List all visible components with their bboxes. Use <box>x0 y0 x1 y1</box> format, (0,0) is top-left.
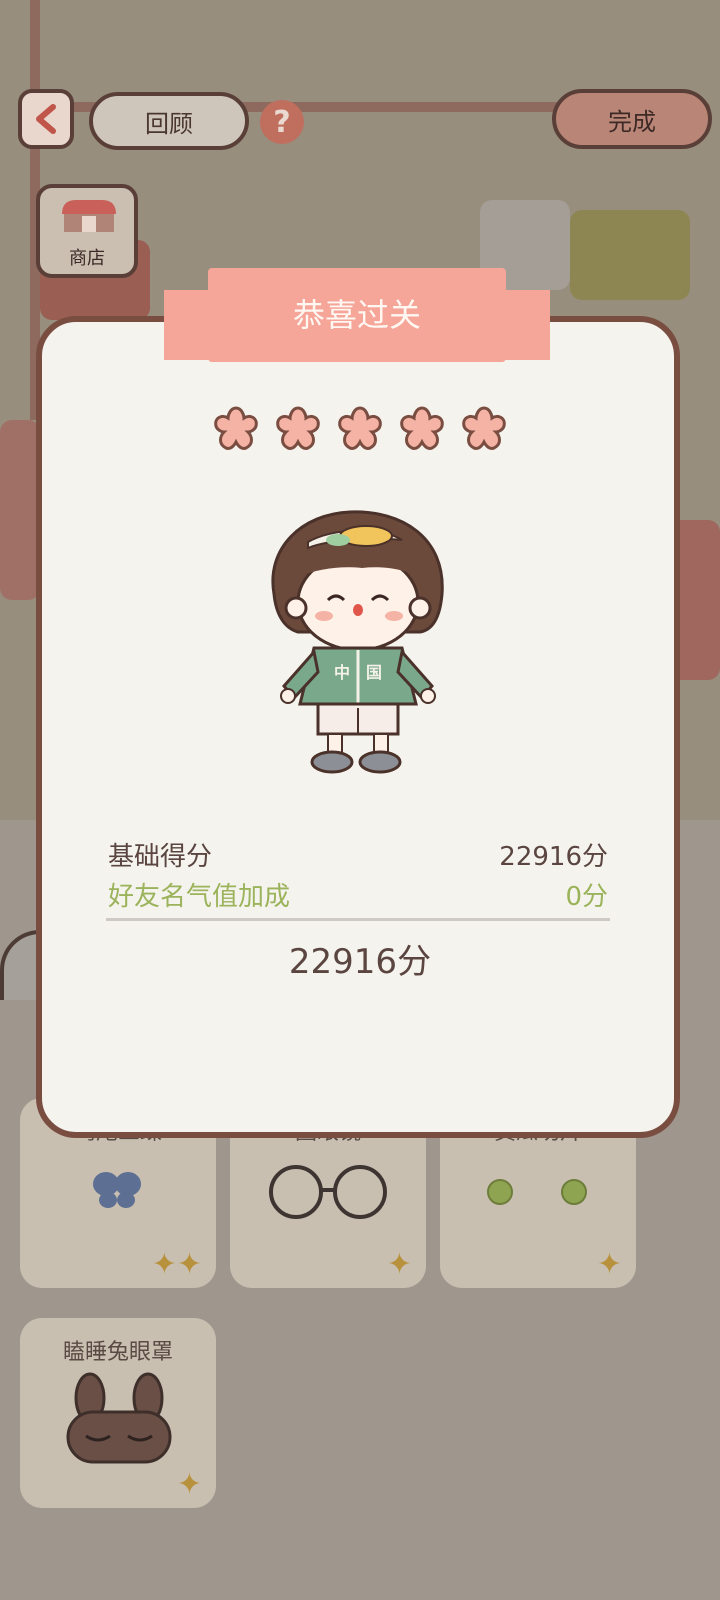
done-button[interactable]: 完成 <box>552 89 712 149</box>
base-score-label: 基础得分 <box>108 842 213 872</box>
dialog-title-ribbon: 恭喜过关 <box>158 268 556 368</box>
bonus-label: 好友名气值加成 <box>108 882 291 912</box>
svg-text:国: 国 <box>366 663 382 682</box>
bonus-score-row: 好友名气值加成 0分 <box>108 876 608 913</box>
score-divider <box>106 918 610 921</box>
star-icon <box>338 406 382 450</box>
base-score-row: 基础得分 22916分 <box>108 836 608 873</box>
character-avatar: 中 国 <box>271 510 444 774</box>
item-name: 瞌睡兔眼罩 <box>62 1340 173 1365</box>
shop-awning-icon <box>62 200 116 232</box>
star-icon <box>462 406 506 450</box>
bonus-value: 0分 <box>565 882 608 912</box>
star-rating <box>210 404 510 456</box>
sparkle-icon: ✦✦ <box>151 1247 202 1282</box>
cucumber-icon <box>487 1179 587 1205</box>
total-score: 22916分 <box>288 942 432 982</box>
star-icon <box>276 406 320 450</box>
glasses-icon <box>269 1165 387 1219</box>
star-icon <box>214 406 258 450</box>
butterfly-icon <box>93 1172 141 1208</box>
base-score-value: 22916分 <box>499 842 608 872</box>
back-arrow-icon <box>36 104 56 134</box>
shop-button[interactable]: 商店 <box>36 184 138 278</box>
dialog-title: 恭喜过关 <box>292 296 421 334</box>
review-button[interactable]: 回顾 <box>89 92 249 150</box>
item-card[interactable]: 瞌睡兔眼罩 ✦ <box>20 1318 216 1508</box>
sparkle-icon: ✦ <box>596 1247 622 1282</box>
back-button[interactable] <box>18 89 74 149</box>
shop-label: 商店 <box>69 248 105 269</box>
help-icon[interactable]: ? <box>260 100 304 144</box>
sparkle-icon: ✦ <box>386 1247 412 1282</box>
bunny-eye-mask-icon <box>66 1372 172 1464</box>
svg-text:中: 中 <box>334 663 350 682</box>
star-icon <box>400 406 444 450</box>
sparkle-icon: ✦ <box>176 1467 202 1502</box>
